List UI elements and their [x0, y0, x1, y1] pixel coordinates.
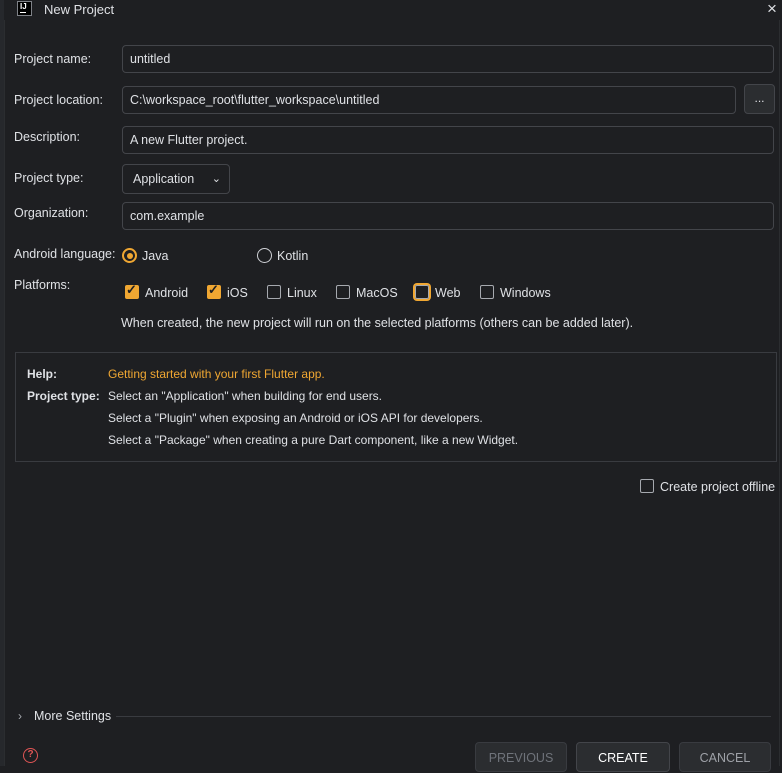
help-line-application: Select an "Application" when building fo… — [108, 389, 383, 403]
ios-checkbox[interactable] — [207, 282, 221, 299]
project-location-label: Project location: — [14, 93, 103, 107]
organization-label: Organization: — [14, 206, 89, 220]
create-offline-checkbox[interactable] — [640, 479, 654, 493]
more-settings-divider — [116, 716, 771, 717]
android-language-label: Android language: — [14, 247, 116, 261]
linux-checkbox[interactable] — [267, 285, 281, 299]
windows-checkbox[interactable] — [480, 285, 494, 299]
project-type-label: Project type: — [14, 171, 84, 185]
description-label: Description: — [14, 130, 80, 144]
kotlin-radio[interactable] — [257, 248, 272, 263]
create-button[interactable]: CREATE — [576, 742, 670, 772]
title-bar: IJ New Project × — [0, 0, 782, 20]
project-name-label: Project name: — [14, 52, 92, 66]
macos-checkbox-label[interactable]: MacOS — [356, 286, 398, 300]
cancel-button[interactable]: CANCEL — [679, 742, 771, 772]
platforms-hint: When created, the new project will run o… — [121, 316, 634, 330]
java-radio-label[interactable]: Java — [142, 249, 168, 263]
create-offline-label[interactable]: Create project offline — [660, 480, 775, 494]
previous-button[interactable]: PREVIOUS — [475, 742, 567, 772]
ios-checkbox-label[interactable]: iOS — [227, 286, 248, 300]
app-icon: IJ — [17, 1, 32, 16]
window-title: New Project — [44, 2, 115, 17]
getting-started-link[interactable]: Getting started with your first Flutter … — [108, 367, 325, 381]
help-icon[interactable]: ? — [23, 748, 38, 763]
android-checkbox[interactable] — [125, 282, 139, 299]
linux-checkbox-label[interactable]: Linux — [287, 286, 317, 300]
help-label: Help: — [27, 367, 57, 381]
platforms-label: Platforms: — [14, 278, 71, 292]
frame-border-right — [779, 20, 780, 766]
kotlin-radio-label[interactable]: Kotlin — [277, 249, 308, 263]
java-radio[interactable] — [122, 248, 137, 263]
close-icon[interactable]: × — [763, 0, 781, 18]
project-name-input[interactable] — [122, 45, 774, 73]
browse-location-button[interactable]: ... — [744, 84, 775, 114]
macos-checkbox[interactable] — [336, 285, 350, 299]
project-location-input[interactable] — [122, 86, 736, 114]
web-checkbox[interactable] — [415, 285, 429, 299]
more-settings-toggle[interactable]: More Settings — [34, 709, 111, 723]
chevron-right-icon[interactable]: › — [18, 709, 22, 723]
help-project-type-label: Project type: — [27, 389, 100, 403]
help-line-package: Select a "Package" when creating a pure … — [108, 433, 519, 447]
project-type-select[interactable]: Application ⌄ — [122, 164, 230, 194]
project-type-value: Application — [133, 172, 195, 186]
android-checkbox-label[interactable]: Android — [145, 286, 188, 300]
help-panel: Help: Getting started with your first Fl… — [15, 352, 777, 462]
description-input[interactable] — [122, 126, 774, 154]
frame-border-left — [4, 20, 5, 766]
windows-checkbox-label[interactable]: Windows — [500, 286, 551, 300]
organization-input[interactable] — [122, 202, 774, 230]
chevron-down-icon: ⌄ — [211, 173, 221, 185]
web-checkbox-label[interactable]: Web — [435, 286, 460, 300]
help-line-plugin: Select a "Plugin" when exposing an Andro… — [108, 411, 483, 425]
